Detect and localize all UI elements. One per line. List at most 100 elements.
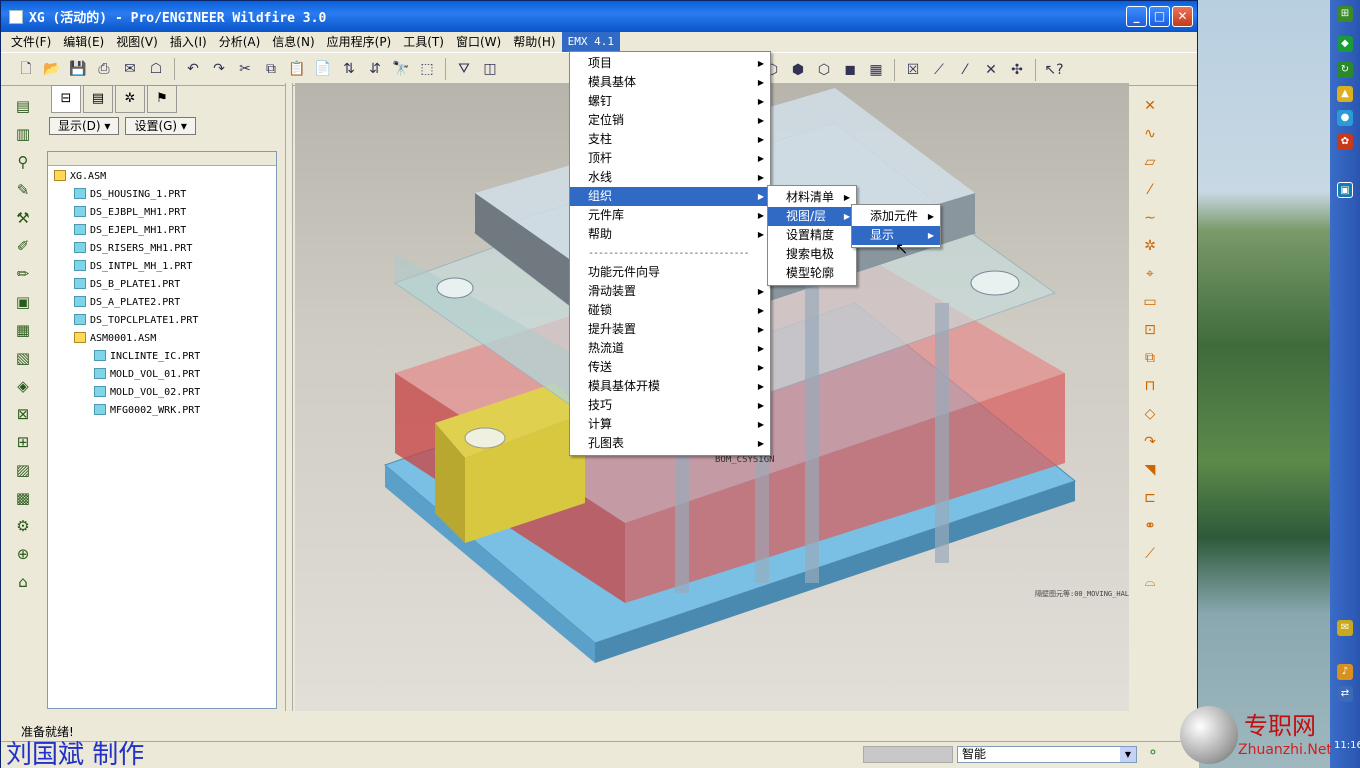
emx-menu-item[interactable]: 支柱 ▶ <box>570 130 770 149</box>
analysis-feature-icon[interactable]: ▭ <box>1137 289 1163 315</box>
lifter-icon[interactable]: ▧ <box>7 345 39 371</box>
datum-plane-display-icon[interactable]: ☒ <box>902 59 924 81</box>
tree-item[interactable]: DS_B_PLATE1.PRT <box>48 276 276 294</box>
tree-item[interactable]: DS_A_PLATE2.PRT <box>48 294 276 312</box>
spin-center-display-icon[interactable]: ✣ <box>1006 59 1028 81</box>
print-icon[interactable]: ⎙ <box>93 58 115 80</box>
cut-icon[interactable]: ✂ <box>234 58 256 80</box>
layout-icon[interactable]: ▨ <box>7 457 39 483</box>
org-menu-item[interactable]: 视图/层 ▶ <box>768 207 856 226</box>
menu-window[interactable]: 窗口(W) <box>450 32 507 52</box>
curve-icon[interactable]: ∼ <box>1137 205 1163 231</box>
point-icon[interactable]: ✲ <box>1137 233 1163 259</box>
shaded-icon[interactable]: ◼ <box>839 59 861 81</box>
plane-icon[interactable]: ▱ <box>1137 149 1163 175</box>
open-folder-icon[interactable]: 📂 <box>41 58 63 80</box>
bolt-icon[interactable]: ⚙ <box>7 513 39 539</box>
emx-menu-item[interactable]: 孔图表 ▶ <box>570 434 770 453</box>
menu-applications[interactable]: 应用程序(P) <box>321 32 398 52</box>
tray-app-icon[interactable]: ✉ <box>1337 620 1353 636</box>
emx-menu-item[interactable]: 水线 ▶ <box>570 168 770 187</box>
transfer-icon[interactable]: ⊠ <box>7 401 39 427</box>
copy-feature-icon[interactable]: ⧉ <box>1137 345 1163 371</box>
menu-insert[interactable]: 插入(I) <box>164 32 213 52</box>
tree-item[interactable]: INCLINTE_IC.PRT <box>48 348 276 366</box>
menu-help[interactable]: 帮助(H) <box>507 32 561 52</box>
no-hidden-icon[interactable]: ⬡ <box>813 59 835 81</box>
save-icon[interactable]: 💾 <box>67 58 89 80</box>
surface-icon[interactable]: ⌓ <box>1137 569 1163 595</box>
latch-icon[interactable]: ▦ <box>7 317 39 343</box>
tree-item[interactable]: MFG0002_WRK.PRT <box>48 402 276 420</box>
axis-icon[interactable]: ⁄ <box>1137 177 1163 203</box>
view-orient-icon[interactable]: ⛛ <box>453 58 475 80</box>
emx-menu-item[interactable]: 元件库 ▶ <box>570 206 770 225</box>
emx-menu-item[interactable]: 项目 ▶ <box>570 54 770 73</box>
slider-icon[interactable]: ▣ <box>7 289 39 315</box>
paste-icon[interactable]: 📋 <box>286 58 308 80</box>
waterline-icon[interactable]: ✐ <box>7 233 39 259</box>
refresh-icon[interactable]: ↻ <box>1337 62 1353 78</box>
hot-runner-icon[interactable]: ◈ <box>7 373 39 399</box>
tree-item[interactable]: MOLD_VOL_02.PRT <box>48 384 276 402</box>
insert-feature-icon[interactable]: ⊡ <box>1137 317 1163 343</box>
emx-menu-item[interactable]: 滑动装置 ▶ <box>570 282 770 301</box>
paste-special-icon[interactable]: 📄 <box>312 58 334 80</box>
settings-dropdown-button[interactable]: 设置(G) ▾ <box>125 117 196 135</box>
title-bar[interactable]: XG (活动的) - Pro/ENGINEER Wildfire 3.0 _ □… <box>1 1 1197 32</box>
app-tray-icon[interactable]: ✿ <box>1337 134 1353 150</box>
hidden-line-icon[interactable]: ⬢ <box>787 59 809 81</box>
emx-menu-item[interactable]: 传送 ▶ <box>570 358 770 377</box>
view-menu-item[interactable]: 添加元件 ▶ <box>852 207 940 226</box>
tab-favorites[interactable]: ⚑ <box>147 85 177 113</box>
emx-menu-item[interactable]: 功能元件向导 <box>570 263 770 282</box>
emx-menu-item[interactable]: 定位销 ▶ <box>570 111 770 130</box>
plate-icon[interactable]: ▩ <box>7 485 39 511</box>
copy-icon[interactable]: ⧉ <box>260 58 282 80</box>
menu-file[interactable]: 文件(F) <box>5 32 57 52</box>
tray-speaker-icon[interactable]: ♪ <box>1337 664 1353 680</box>
undo-icon[interactable]: ↶ <box>182 58 204 80</box>
emx-menu-item[interactable]: 模具基体 ▶ <box>570 73 770 92</box>
select-box-icon[interactable]: ⬚ <box>416 58 438 80</box>
mold-new-icon[interactable]: ▤ <box>7 93 39 119</box>
datum-axis-display-icon[interactable]: ⟋ <box>928 59 950 81</box>
ejector-pin-icon[interactable]: ⚒ <box>7 205 39 231</box>
tree-item[interactable]: DS_TOPCLPLATE1.PRT <box>48 312 276 330</box>
menu-edit[interactable]: 编辑(E) <box>57 32 110 52</box>
datum-point-display-icon[interactable]: ⁄ <box>954 59 976 81</box>
tree-item[interactable]: DS_EJEPL_MH1.PRT <box>48 222 276 240</box>
menu-info[interactable]: 信息(N) <box>266 32 320 52</box>
ejector-guide-icon[interactable]: ⊞ <box>7 429 39 455</box>
traffic-light-icon[interactable]: ⚬ <box>1147 745 1159 761</box>
extrude-icon[interactable]: ◇ <box>1137 401 1163 427</box>
tree-item[interactable]: XG.ASM <box>48 168 276 186</box>
components-icon[interactable]: ⊕ <box>7 541 39 567</box>
shield-icon[interactable]: ◆ <box>1337 36 1353 52</box>
email-icon[interactable]: ✉ <box>119 58 141 80</box>
find-icon[interactable]: 🔭 <box>390 58 412 80</box>
context-help-icon[interactable]: ↖? <box>1043 59 1065 81</box>
datum-plane-icon[interactable]: ✕ <box>1137 93 1163 119</box>
enhanced-realism-icon[interactable]: ▦ <box>865 59 887 81</box>
emx-menu-item[interactable]: 帮助 ▶ <box>570 225 770 244</box>
warning-icon[interactable]: ▲ <box>1337 86 1353 102</box>
tree-item[interactable]: ASM0001.ASM <box>48 330 276 348</box>
emx-menu-item[interactable]: 组织 ▶ <box>570 187 770 206</box>
screw-icon[interactable]: ⚲ <box>7 149 39 175</box>
windows-logo-icon[interactable]: ⊞ <box>1337 6 1353 22</box>
calculate-icon[interactable]: ⌂ <box>7 569 39 595</box>
pull-icon[interactable]: ⊓ <box>1137 373 1163 399</box>
menu-tools[interactable]: 工具(T) <box>397 32 450 52</box>
org-menu-item[interactable]: 模型轮廓 <box>768 264 856 283</box>
org-menu-item[interactable]: 材料清单 ▶ <box>768 188 856 207</box>
merge-icon[interactable]: ⚭ <box>1137 513 1163 539</box>
tree-item[interactable]: DS_HOUSING_1.PRT <box>48 186 276 204</box>
dowel-icon[interactable]: ✎ <box>7 177 39 203</box>
emx-menu-item[interactable]: 热流道 ▶ <box>570 339 770 358</box>
selection-filter[interactable]: 智能 ▼ <box>957 746 1137 763</box>
copy-surface-icon[interactable]: ⊏ <box>1137 485 1163 511</box>
sweep-icon[interactable]: ◥ <box>1137 457 1163 483</box>
tree-item[interactable]: DS_RISERS_MH1.PRT <box>48 240 276 258</box>
chevron-down-icon[interactable]: ▼ <box>1120 747 1136 762</box>
